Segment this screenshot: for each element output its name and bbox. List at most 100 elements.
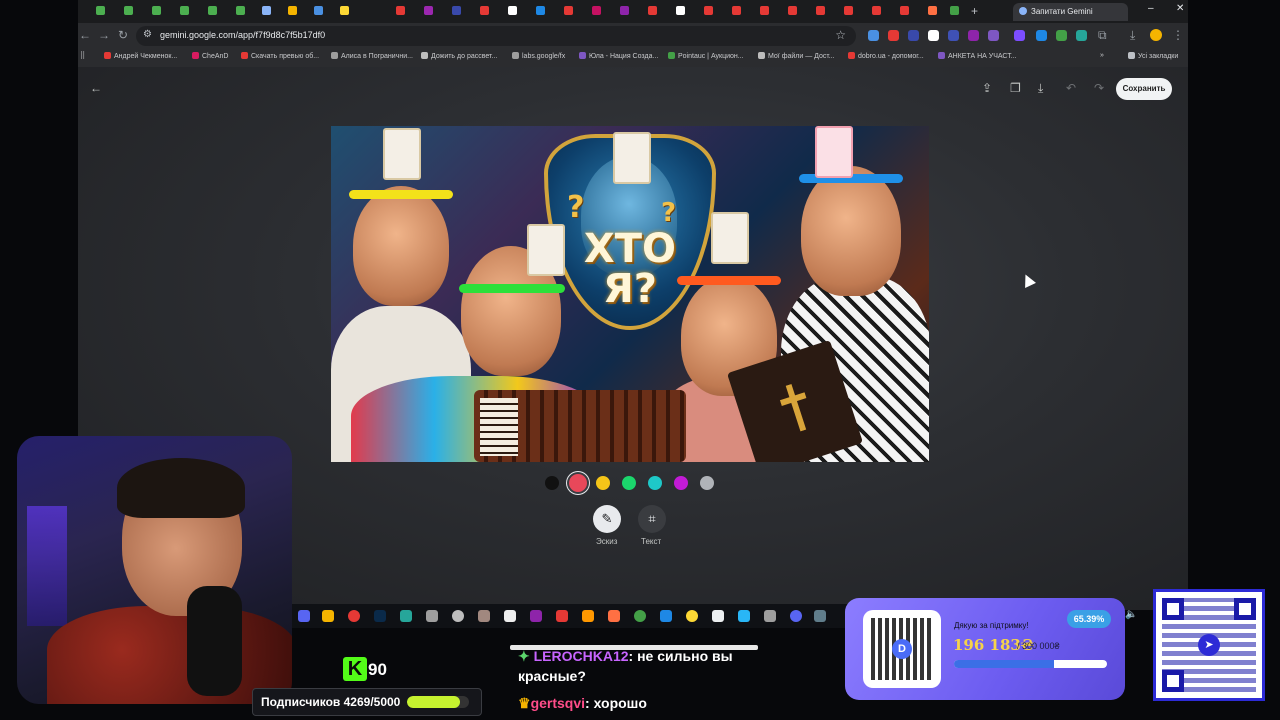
app-icon[interactable] [504,610,516,622]
tab-favicon[interactable] [424,6,433,15]
back-arrow-icon[interactable]: ← [90,81,102,95]
share-icon[interactable]: ⇪ [982,81,992,95]
color-swatch-green[interactable] [622,476,636,490]
tab-favicon[interactable] [928,6,937,15]
tab-favicon[interactable] [208,6,217,15]
app-icon[interactable] [660,610,672,622]
color-swatch-red[interactable] [569,474,587,492]
color-swatch-gray[interactable] [700,476,714,490]
tab-favicon[interactable] [950,6,959,15]
app-icon[interactable] [400,610,412,622]
new-tab-icon[interactable]: + [971,4,978,18]
tab-favicon[interactable] [564,6,573,15]
app-icon[interactable] [478,610,490,622]
all-bookmarks[interactable]: Усі закладки [1128,52,1178,60]
forward-icon[interactable]: → [98,28,110,42]
download-image-icon[interactable]: ⤓ [1038,81,1043,96]
explorer-icon[interactable] [322,610,334,622]
close-window-icon[interactable]: ✕ [1176,3,1184,14]
generated-image[interactable]: ХТО Я? ? ? [331,126,929,462]
bookmark-item[interactable]: Дожить до рассвет... [421,52,497,60]
app-icon[interactable] [426,610,438,622]
discord-icon[interactable] [790,610,802,622]
copy-icon[interactable]: ❐ [1010,81,1021,95]
undo-icon[interactable]: ↶ [1066,81,1076,95]
tab-favicon[interactable] [180,6,189,15]
tab-favicon[interactable] [788,6,797,15]
tab-favicon[interactable] [704,6,713,15]
reload-icon[interactable]: ↻ [118,28,128,42]
back-icon[interactable]: ← [79,28,91,42]
extension-icon[interactable] [948,30,959,41]
bookmark-item[interactable]: Pointauc | Аукцион... [668,52,744,60]
download-icon[interactable]: ⤓ [1130,28,1135,43]
extensions-puzzle-icon[interactable]: ⧉ [1098,28,1107,43]
tab-favicon[interactable] [480,6,489,15]
text-tool-button[interactable]: ⌗ [638,505,666,533]
tab-favicon[interactable] [872,6,881,15]
tab-favicon[interactable] [760,6,769,15]
color-swatch-teal[interactable] [648,476,662,490]
extension-icon[interactable] [888,30,899,41]
bookmark-item[interactable]: АНКЕТА НА УЧАСТ... [938,52,1017,60]
bookmark-item[interactable]: Скачать превью об... [241,52,319,60]
extension-icon[interactable] [868,30,879,41]
app-icon[interactable] [530,610,542,622]
vlc-icon[interactable] [582,610,594,622]
tab-favicon[interactable] [236,6,245,15]
extension-icon[interactable] [1014,30,1025,41]
bookmark-item[interactable]: Алиса в Погранични... [331,52,413,60]
obs-icon[interactable] [452,610,464,622]
tab-favicon[interactable] [648,6,657,15]
minimize-icon[interactable]: – [1148,3,1154,14]
bookmarks-overflow-icon[interactable]: » [1100,52,1104,59]
color-swatch-purple[interactable] [674,476,688,490]
extension-icon[interactable] [928,30,939,41]
tab-favicon[interactable] [152,6,161,15]
tab-favicon[interactable] [844,6,853,15]
extension-icon[interactable] [1036,30,1047,41]
tab-favicon[interactable] [508,6,517,15]
extension-icon[interactable] [908,30,919,41]
tab-favicon[interactable] [340,6,349,15]
app-icon[interactable] [556,610,568,622]
tab-favicon[interactable] [288,6,297,15]
site-info-icon[interactable]: ⚙ [143,29,152,40]
tab-gemini[interactable]: Запитати Gemini [1013,3,1128,21]
address-bar[interactable]: ⚙ gemini.google.com/app/f7f9d8c7f5b17df0… [136,26,856,46]
color-swatch-yellow[interactable] [596,476,610,490]
bookmark-item[interactable]: Юла - Нация Созда... [579,52,658,60]
bookmark-item[interactable]: dobro.ua - допомог... [848,52,924,60]
bookmark-item[interactable]: labs.google/fx [512,52,565,60]
bookmark-item[interactable]: Мої файли — Дост... [758,52,835,60]
bookmark-item[interactable]: Андрей Чекменок... [104,52,177,60]
tab-favicon[interactable] [676,6,685,15]
tab-favicon[interactable] [124,6,133,15]
color-swatch-black[interactable] [545,476,559,490]
tab-favicon[interactable] [900,6,909,15]
save-button[interactable]: Сохранить [1116,78,1172,100]
app-icon[interactable] [634,610,646,622]
app-icon[interactable] [712,610,724,622]
app-icon[interactable] [686,610,698,622]
app-icon[interactable] [764,610,776,622]
apps-grid-icon[interactable]: ⣿ [80,51,85,59]
extension-icon[interactable] [968,30,979,41]
tab-favicon[interactable] [96,6,105,15]
extension-icon[interactable] [1076,30,1087,41]
volume-icon[interactable]: 🔈 [1125,609,1137,620]
tab-favicon[interactable] [262,6,271,15]
photoshop-icon[interactable] [374,610,386,622]
tab-favicon[interactable] [314,6,323,15]
tab-favicon[interactable] [816,6,825,15]
tab-favicon[interactable] [592,6,601,15]
chrome-icon[interactable] [348,610,360,622]
tab-favicon[interactable] [620,6,629,15]
profile-avatar[interactable] [1150,29,1162,41]
app-icon[interactable] [608,610,620,622]
start-icon[interactable] [298,610,310,622]
redo-icon[interactable]: ↷ [1094,81,1104,95]
tab-favicon[interactable] [536,6,545,15]
extension-icon[interactable] [1056,30,1067,41]
bookmark-star-icon[interactable]: ☆ [835,28,846,42]
